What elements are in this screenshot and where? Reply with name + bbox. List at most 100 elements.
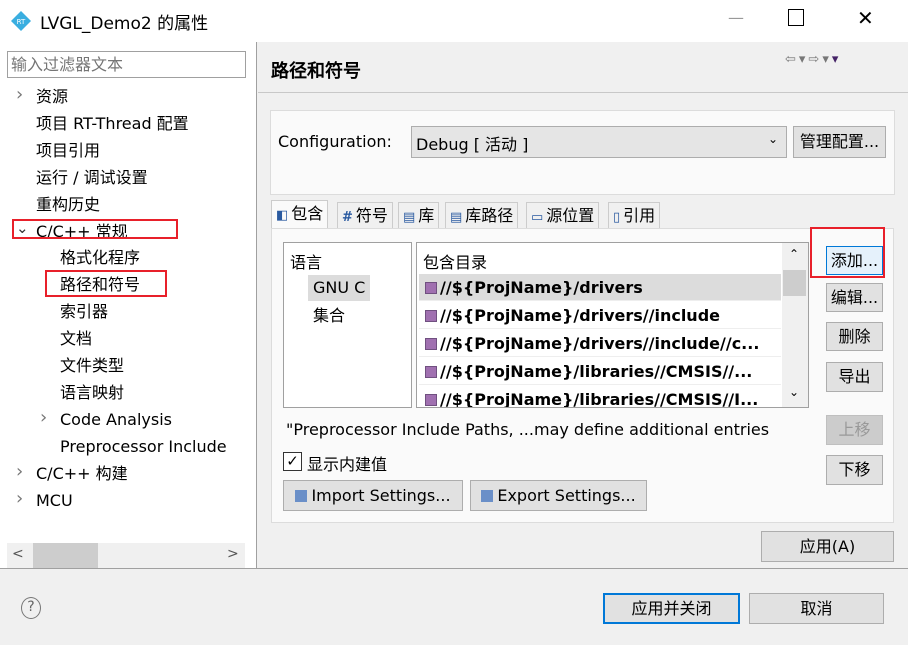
tab-1[interactable]: # 符号 bbox=[337, 202, 393, 229]
include-folder-icon bbox=[425, 338, 437, 350]
import-settings-label: Import Settings... bbox=[311, 486, 451, 505]
include-row[interactable]: //${ProjName}/drivers//include bbox=[419, 302, 781, 329]
forward-icon[interactable]: ⇨▾ bbox=[808, 52, 831, 67]
apply-button[interactable]: 应用(A) bbox=[761, 531, 894, 562]
sidebar-item[interactable]: 文档 bbox=[60, 327, 92, 351]
scroll-down-icon[interactable]: ⌄ bbox=[789, 385, 799, 399]
apply-and-close-button[interactable]: 应用并关闭 bbox=[603, 593, 740, 624]
tab-label: 库路径 bbox=[465, 206, 514, 225]
close-button[interactable]: ✕ bbox=[857, 6, 874, 30]
show-builtin-checkbox[interactable]: ✓ bbox=[283, 452, 302, 471]
tab-label: 包含 bbox=[291, 204, 324, 223]
library-path-icon: ▤ bbox=[450, 210, 463, 225]
app-logo-icon: RT bbox=[11, 11, 31, 31]
include-row[interactable]: //${ProjName}/drivers//include//c... bbox=[419, 330, 781, 357]
include-folder-icon bbox=[425, 366, 437, 378]
maximize-button[interactable] bbox=[788, 9, 804, 26]
sidebar-item[interactable]: 项目 RT-Thread 配置 bbox=[36, 112, 189, 136]
tab-2[interactable]: ▤ 库 bbox=[398, 202, 440, 229]
export-settings-button[interactable]: Export Settings... bbox=[470, 480, 647, 511]
menu-icon[interactable]: ▾ bbox=[832, 52, 842, 67]
history-nav[interactable]: ⇦▾⇨▾▾ bbox=[785, 52, 841, 67]
highlight-box-add bbox=[810, 227, 885, 278]
scroll-up-icon[interactable]: ⌃ bbox=[789, 247, 799, 261]
filter-input[interactable] bbox=[7, 51, 246, 78]
footer-divider bbox=[0, 568, 908, 569]
tab-3[interactable]: ▤ 库路径 bbox=[445, 202, 519, 229]
cancel-button[interactable]: 取消 bbox=[749, 593, 884, 624]
sidebar-item[interactable]: Code Analysis bbox=[60, 408, 172, 432]
highlight-box-paths-symbols bbox=[45, 270, 167, 297]
sidebar-horizontal-scrollbar[interactable]: < > bbox=[7, 543, 245, 568]
sidebar-item[interactable]: 运行 / 调试设置 bbox=[36, 166, 148, 190]
move-up-button[interactable]: 上移 bbox=[826, 415, 883, 445]
configuration-label: Configuration: bbox=[278, 132, 392, 151]
sidebar-item[interactable]: 项目引用 bbox=[36, 139, 100, 163]
sidebar-item[interactable]: 语言映射 bbox=[60, 381, 124, 405]
preprocessor-note: "Preprocessor Include Paths, ...may defi… bbox=[286, 420, 770, 439]
sidebar-item[interactable]: 资源 bbox=[36, 85, 68, 109]
include-path: //${ProjName}/libraries//CMSIS//I... bbox=[440, 390, 759, 408]
language-list[interactable]: 语言 GNU C 集合 bbox=[283, 242, 412, 408]
chevron-right-icon[interactable]: › bbox=[16, 84, 23, 105]
back-icon[interactable]: ⇦▾ bbox=[785, 52, 808, 67]
scrollbar-thumb[interactable] bbox=[33, 543, 98, 568]
sidebar-item[interactable]: MCU bbox=[36, 489, 73, 513]
sidebar-item[interactable]: 重构历史 bbox=[36, 193, 100, 217]
include-header: 包含目录 bbox=[423, 253, 488, 272]
chevron-right-icon[interactable]: › bbox=[40, 407, 47, 428]
vertical-scrollbar[interactable]: ⌃ ⌄ bbox=[782, 243, 808, 407]
sidebar-item[interactable]: 文件类型 bbox=[60, 354, 124, 378]
include-row[interactable]: //${ProjName}/drivers bbox=[419, 274, 781, 301]
include-row[interactable]: //${ProjName}/libraries//CMSIS//... bbox=[419, 358, 781, 385]
include-row[interactable]: //${ProjName}/libraries//CMSIS//I... bbox=[419, 386, 781, 408]
language-header: 语言 bbox=[290, 253, 323, 272]
library-icon: ▤ bbox=[403, 210, 416, 225]
sidebar-item[interactable]: C/C++ 构建 bbox=[36, 462, 128, 486]
scroll-right-icon[interactable]: > bbox=[227, 546, 239, 562]
highlight-box-cc-general bbox=[12, 219, 178, 239]
tab-label: 源位置 bbox=[546, 206, 595, 225]
manage-configurations-button[interactable]: 管理配置... bbox=[793, 126, 886, 158]
chevron-right-icon[interactable]: › bbox=[16, 488, 23, 509]
export-settings-label: Export Settings... bbox=[497, 486, 636, 505]
export-button[interactable]: 导出 bbox=[826, 362, 883, 392]
window-title: LVGL_Demo2 的属性 bbox=[40, 14, 209, 34]
divider bbox=[258, 92, 908, 93]
chevron-right-icon[interactable]: › bbox=[16, 461, 23, 482]
include-directory-list[interactable]: 包含目录 //${ProjName}/drivers //${ProjName}/… bbox=[416, 242, 809, 408]
import-settings-button[interactable]: Import Settings... bbox=[283, 480, 463, 511]
tab-5[interactable]: ▯ 引用 bbox=[608, 202, 661, 229]
page-title: 路径和符号 bbox=[271, 61, 361, 82]
configuration-select[interactable]: Debug [ 活动 ] ⌄ bbox=[411, 126, 787, 158]
svg-text:RT: RT bbox=[17, 18, 26, 26]
include-path: //${ProjName}/drivers//include bbox=[440, 306, 720, 325]
tab-4[interactable]: ▭ 源位置 bbox=[526, 202, 600, 229]
include-folder-icon bbox=[425, 282, 437, 294]
scrollbar-thumb[interactable] bbox=[783, 270, 806, 296]
delete-button[interactable]: 删除 bbox=[826, 322, 883, 351]
tab-label: 符号 bbox=[355, 206, 388, 225]
scroll-left-icon[interactable]: < bbox=[12, 546, 24, 562]
language-item[interactable]: GNU C bbox=[308, 275, 371, 301]
include-path: //${ProjName}/libraries//CMSIS//... bbox=[440, 362, 753, 381]
show-builtin-label: 显示内建值 bbox=[307, 455, 388, 474]
tab-label: 引用 bbox=[623, 206, 656, 225]
move-down-button[interactable]: 下移 bbox=[826, 455, 883, 485]
edit-button[interactable]: 编辑... bbox=[826, 283, 883, 312]
title-bar: RT LVGL_Demo2 的属性 — ✕ bbox=[0, 0, 908, 42]
include-folder-icon bbox=[425, 310, 437, 322]
tab-0[interactable]: ◧ 包含 bbox=[271, 200, 329, 229]
include-icon: ◧ bbox=[276, 208, 289, 223]
sidebar-item[interactable]: 格式化程序 bbox=[60, 246, 140, 270]
include-path: //${ProjName}/drivers bbox=[440, 278, 643, 297]
sidebar-item[interactable]: Preprocessor Include bbox=[60, 435, 227, 459]
tab-label: 库 bbox=[418, 206, 435, 225]
hash-icon: # bbox=[342, 210, 353, 225]
sidebar-item[interactable]: 索引器 bbox=[60, 300, 108, 324]
help-icon[interactable]: ? bbox=[21, 597, 41, 619]
language-item[interactable]: 集合 bbox=[313, 303, 345, 329]
minimize-button[interactable]: — bbox=[728, 8, 744, 27]
export-icon bbox=[481, 490, 494, 502]
import-icon bbox=[295, 490, 308, 502]
